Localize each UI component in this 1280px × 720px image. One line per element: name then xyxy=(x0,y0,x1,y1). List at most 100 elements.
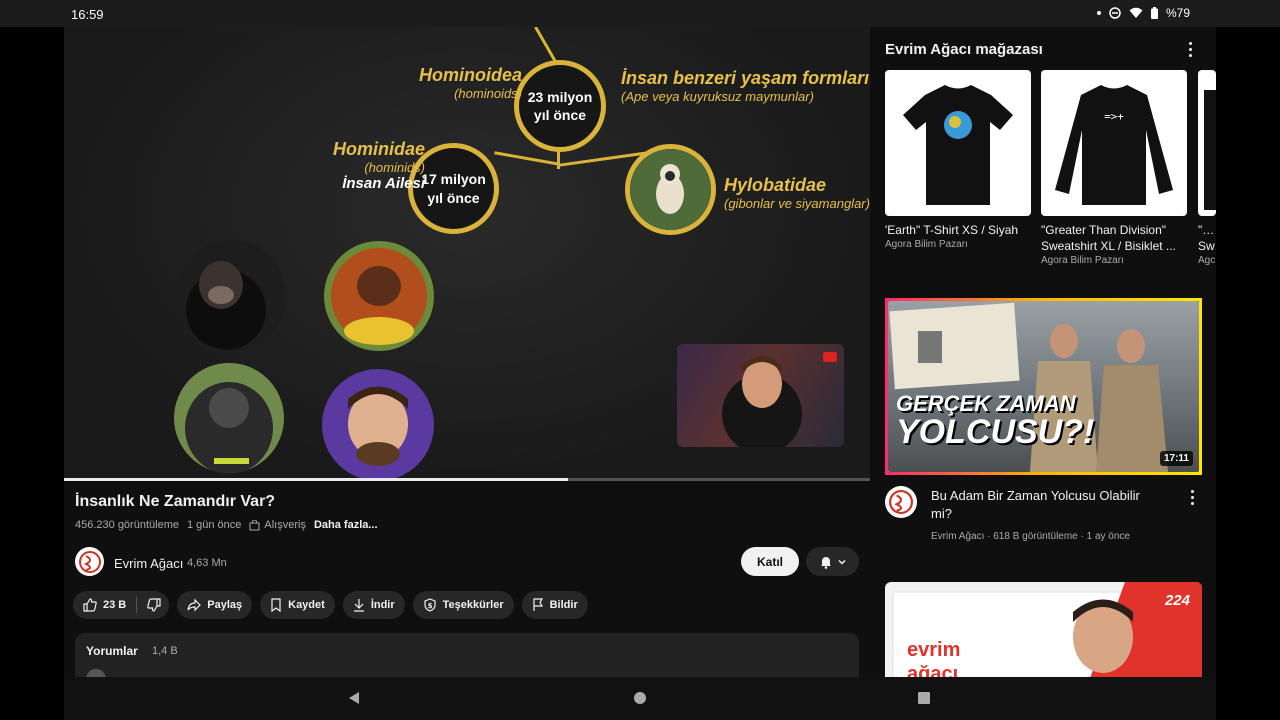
download-button[interactable]: İndir xyxy=(342,591,405,619)
wifi-icon xyxy=(1129,7,1143,18)
svg-text:$: $ xyxy=(427,602,432,610)
chevron-down-icon xyxy=(837,559,846,565)
comment-avatar xyxy=(86,669,106,677)
node-gibbon xyxy=(625,144,716,235)
side-panel: Evrim Ağacı mağazası 'Earth" T-Shirt XS … xyxy=(870,27,1216,677)
channel-name[interactable]: Evrim Ağacı xyxy=(114,556,183,571)
like-dislike-group: 23 B xyxy=(73,591,170,619)
join-button[interactable]: Katıl xyxy=(741,547,799,576)
back-icon[interactable] xyxy=(347,691,361,705)
shopping-label[interactable]: Alışveriş xyxy=(264,519,306,531)
download-label: İndir xyxy=(370,599,395,611)
progress-bar[interactable] xyxy=(64,478,870,481)
thanks-button[interactable]: $ Teşekkürler xyxy=(412,591,514,619)
label-hominidae-title: Hominidae xyxy=(333,139,426,159)
channel-avatar[interactable] xyxy=(75,547,104,576)
progress-fill xyxy=(64,478,568,481)
subscriber-count: 4,63 Mn xyxy=(187,557,227,569)
like-count[interactable]: 23 B xyxy=(103,599,126,611)
thumbnail-brand-text: evrim ağacı xyxy=(907,639,961,677)
status-icons: %79 xyxy=(1096,6,1190,20)
node-17-million-label: 17 milyon yıl önce xyxy=(421,171,486,206)
node-23-million: 23 milyon yıl önce xyxy=(514,60,606,152)
video-meta: 456.230 görüntüleme 1 gün önce Alışveriş… xyxy=(75,519,378,531)
product-image xyxy=(1198,70,1216,216)
thanks-label: Teşekkürler xyxy=(442,599,504,611)
picture-in-picture[interactable] xyxy=(677,344,844,447)
thumbnail-line2: YOLCUSU?! xyxy=(896,413,1095,451)
youtube-app: 23 milyon yıl önce 17 milyon yıl önce Ho… xyxy=(64,27,1216,677)
related-channel-avatar[interactable] xyxy=(885,486,917,518)
dot-icon xyxy=(1096,11,1101,15)
dna-logo-icon xyxy=(889,490,913,514)
label-hominoidea-sub: (hominoids) xyxy=(454,86,523,101)
more-link[interactable]: Daha fazla... xyxy=(314,519,378,531)
product-seller: Agora Bilim Pazarı xyxy=(1041,255,1124,266)
duration-badge: 17:11 xyxy=(1159,451,1193,466)
shop-menu-icon[interactable] xyxy=(1189,42,1192,57)
related-video-thumbnail[interactable]: GERÇEK ZAMAN YOLCUSU?! 17:11 xyxy=(885,298,1202,475)
sweatshirt-image: =>+ xyxy=(1041,70,1187,216)
product-name: 'Earth" T-Shirt XS / Siyah xyxy=(885,223,1019,237)
save-button[interactable]: Kaydet xyxy=(260,591,335,619)
report-button[interactable]: Bildir xyxy=(521,591,588,619)
comments-panel[interactable]: Yorumlar 1,4 B xyxy=(75,633,859,677)
thumbnail-text: GERÇEK ZAMAN YOLCUSU?! xyxy=(896,391,1095,451)
bell-icon xyxy=(820,556,831,569)
comments-count: 1,4 B xyxy=(152,645,178,657)
label-hylobatidae-title: Hylobatidae xyxy=(724,175,827,195)
product-seller: Agc xyxy=(1198,255,1216,266)
thanks-icon: $ xyxy=(424,598,436,612)
save-label: Kaydet xyxy=(288,599,325,611)
notification-button[interactable] xyxy=(806,547,859,576)
label-hominidae-sub: (hominids) xyxy=(364,160,426,175)
product-name: "Pe Sw xyxy=(1198,223,1216,253)
comments-title: Yorumlar xyxy=(86,644,138,658)
product-name: "Greater Than Division" Sweatshirt XL / … xyxy=(1041,223,1176,253)
gorilla-image xyxy=(174,363,284,473)
action-bar: 23 B Paylaş Kaydet İndir $ Teşekkürler B… xyxy=(73,591,588,619)
product-card[interactable]: 'Earth" T-Shirt XS / Siyah Agora Bilim P… xyxy=(885,70,1031,250)
orangutan-image xyxy=(324,241,434,351)
tshirt-image xyxy=(885,70,1031,216)
label-humanlike-sub: (Ape veya kuyruksuz maymunlar) xyxy=(621,89,814,104)
video-player[interactable]: 23 milyon yıl önce 17 milyon yıl önce Ho… xyxy=(64,27,870,481)
battery-icon xyxy=(1150,7,1158,19)
view-count: 456.230 görüntüleme xyxy=(75,519,179,531)
node-23-million-label: 23 milyon yıl önce xyxy=(527,88,593,123)
product-seller: Agora Bilim Pazarı xyxy=(885,239,968,250)
recents-icon[interactable] xyxy=(917,691,931,705)
share-label: Paylaş xyxy=(207,599,243,611)
label-hominoidea-title: Hominoidea xyxy=(419,65,523,85)
download-icon xyxy=(353,599,364,612)
episode-badge: 224 xyxy=(1164,592,1190,609)
related-video-menu-icon[interactable] xyxy=(1191,490,1194,505)
video-title: İnsanlık Ne Zamandır Var? xyxy=(75,493,276,510)
status-bar: 16:59 %79 xyxy=(0,0,1280,27)
dna-logo-icon xyxy=(78,550,101,573)
chimpanzee-image xyxy=(176,240,286,350)
dnd-icon xyxy=(1109,7,1121,19)
report-label: Bildir xyxy=(549,599,578,611)
upload-age: 1 gün önce xyxy=(186,519,242,531)
related-video-thumbnail-2[interactable]: evrim ağacı 224 xyxy=(885,582,1202,677)
share-button[interactable]: Paylaş xyxy=(177,591,253,619)
label-humanlike-title: İnsan benzeri yaşam formları xyxy=(621,68,870,88)
shop-title: Evrim Ağacı mağazası xyxy=(885,41,1043,58)
product-card[interactable]: =>+ "Greater Than Division" Sweatshirt X… xyxy=(1041,70,1187,266)
thumbs-up-icon[interactable] xyxy=(83,598,97,612)
system-nav-bar xyxy=(0,677,1280,720)
channel-row: Evrim Ağacı 4,63 Mn Katıl xyxy=(75,547,859,579)
bookmark-icon xyxy=(271,598,281,612)
status-time: 16:59 xyxy=(71,7,104,22)
home-icon[interactable] xyxy=(633,691,647,705)
shopping-bag-icon xyxy=(249,519,260,530)
product-card[interactable]: "Pe Sw Agc xyxy=(1198,70,1216,266)
thumbs-down-icon[interactable] xyxy=(147,598,161,612)
gibbon-image xyxy=(630,149,711,230)
battery-level: %79 xyxy=(1165,6,1190,20)
related-video-meta: Evrim Ağacı · 618 B görüntüleme · 1 ay ö… xyxy=(931,531,1130,542)
thumbnail-line1: GERÇEK ZAMAN xyxy=(896,391,1076,416)
related-video-title[interactable]: Bu Adam Bir Zaman Yolcusu Olabilir mi? xyxy=(931,487,1161,523)
label-humanlike: İnsan benzeri yaşam formları (Ape veya k… xyxy=(621,68,869,104)
